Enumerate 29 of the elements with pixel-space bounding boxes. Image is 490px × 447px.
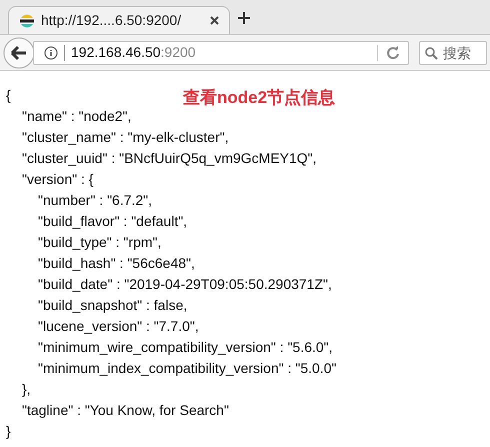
json-line: "build_hash" : "56c6e48", [38,254,195,273]
browser-tab[interactable]: http://192....6.50:9200/ [8,6,230,34]
new-tab-icon[interactable] [238,12,250,24]
json-line: "version" : { [22,170,94,189]
close-tab-icon[interactable] [210,16,219,25]
search-icon [425,46,438,60]
back-icon[interactable] [3,36,35,68]
reload-icon[interactable] [386,46,400,60]
info-icon [44,46,58,60]
json-line: "build_snapshot" : false, [38,296,188,315]
annotation-text: 查看node2节点信息 [183,87,336,109]
json-line: "minimum_index_compatibility_version" : "5.0.0" [38,359,336,378]
json-line: "build_date" : "2019-04-29T09:05:50.290371Z", [38,275,332,294]
site-logo-icon [19,12,35,28]
json-line: "cluster_uuid" : "BNcfUuirQ5q_vm9GcMEY1Q", [22,149,317,168]
json-line: "tagline" : "You Know, for Search" [22,401,229,420]
address-field[interactable]: 192.168.46.50:9200 [33,40,409,64]
search-field[interactable]: 搜索 [419,40,487,64]
json-line: "number" : "6.7.2", [38,191,152,210]
json-line: }, [22,380,31,399]
json-line: "name" : "node2", [22,107,132,126]
json-line: { [6,86,11,105]
json-line: "cluster_name" : "my-elk-cluster", [22,128,229,147]
json-line: "build_flavor" : "default", [38,212,188,231]
url-text: 192.168.46.50:9200 [71,43,196,62]
json-line: "lucene_version" : "7.7.0", [38,317,199,336]
json-line: } [6,422,11,441]
json-line: "minimum_wire_compatibility_version" : "5.6.0", [38,338,333,357]
json-line: "build_type" : "rpm", [38,233,162,252]
